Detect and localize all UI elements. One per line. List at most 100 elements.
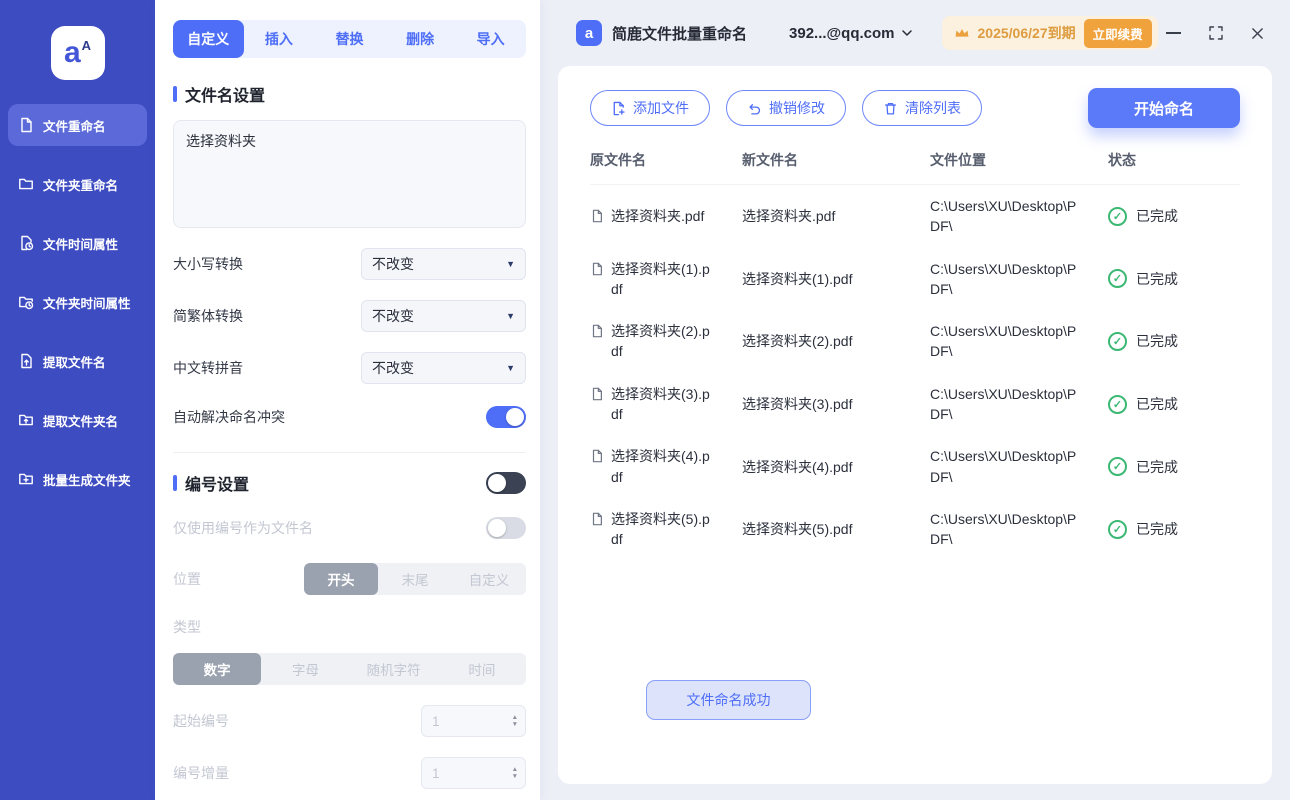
table-row[interactable]: 选择资料夹(2).pdf 选择资料夹(2).pdf C:\Users\XU\De… — [590, 310, 1240, 373]
status-cell: ✓ 已完成 — [1108, 394, 1240, 414]
increment-row: 编号增量 1 ▲ ▼ — [173, 757, 526, 789]
type-option-number[interactable]: 数字 — [173, 653, 262, 685]
original-name: 选择资料夹(4).pdf — [611, 448, 710, 485]
status-cell: ✓ 已完成 — [1108, 519, 1240, 539]
column-header-location: 文件位置 — [930, 152, 986, 168]
pinyin-convert-row: 中文转拼音 不改变 ▼ — [173, 352, 526, 384]
app-title: 简鹿文件批量重命名 — [612, 25, 748, 43]
toolbar: 添加文件 撤销修改 清除列表 开始命名 — [590, 88, 1240, 128]
traditional-convert-select[interactable]: 不改变 ▼ — [361, 300, 526, 332]
file-location: C:\Users\XU\Desktop\PDF\ — [930, 323, 1077, 360]
table-row[interactable]: 选择资料夹(5).pdf 选择资料夹(5).pdf C:\Users\XU\De… — [590, 498, 1240, 561]
maximize-icon — [1209, 26, 1223, 40]
extract-file-icon — [18, 353, 34, 369]
app-window: a A 文件重命名 文件夹重命名 文件时间属性 文件夹时间属性 提取文件名 提取… — [0, 0, 1290, 800]
sidebar-item-file-time[interactable]: 文件时间属性 — [8, 222, 147, 264]
table-row[interactable]: 选择资料夹.pdf 选择资料夹.pdf C:\Users\XU\Desktop\… — [590, 185, 1240, 248]
filename-input[interactable]: 选择资料夹 — [173, 120, 526, 228]
sidebar-item-extract-folder[interactable]: 提取文件夹名 — [8, 399, 147, 441]
sidebar-item-extract-file[interactable]: 提取文件名 — [8, 340, 147, 382]
folder-time-icon — [18, 294, 34, 310]
increment-input[interactable]: 1 ▲ ▼ — [421, 757, 526, 789]
auto-resolve-toggle[interactable] — [486, 406, 526, 428]
position-option-custom[interactable]: 自定义 — [452, 563, 526, 595]
file-location: C:\Users\XU\Desktop\PDF\ — [930, 510, 1077, 548]
spinner-up-icon[interactable]: ▲ — [512, 714, 518, 721]
position-option-end[interactable]: 末尾 — [378, 563, 452, 595]
tab-insert[interactable]: 插入 — [244, 20, 315, 58]
account-dropdown[interactable]: 392...@qq.com — [789, 25, 912, 42]
file-location: C:\Users\XU\Desktop\PDF\ — [930, 260, 1077, 297]
pinyin-convert-select[interactable]: 不改变 ▼ — [361, 352, 526, 384]
app-mini-logo: a — [576, 20, 602, 46]
file-icon — [592, 387, 602, 401]
numbering-toggle[interactable] — [486, 472, 526, 494]
toggle-knob — [506, 408, 524, 426]
original-name: 选择资料夹(2).pdf — [611, 323, 710, 360]
status-text: 已完成 — [1136, 333, 1178, 350]
sidebar-item-file-rename[interactable]: 文件重命名 — [8, 104, 147, 146]
spinner-up-icon[interactable]: ▲ — [512, 766, 518, 773]
spinner-down-icon[interactable]: ▼ — [512, 721, 518, 728]
table-row[interactable]: 选择资料夹(4).pdf 选择资料夹(4).pdf C:\Users\XU\De… — [590, 435, 1240, 498]
logo-letter: a — [63, 36, 81, 69]
tab-replace[interactable]: 替换 — [314, 20, 385, 58]
type-option-time[interactable]: 时间 — [438, 653, 526, 685]
status-text: 已完成 — [1136, 208, 1178, 225]
type-option-letter[interactable]: 字母 — [261, 653, 349, 685]
case-convert-select[interactable]: 不改变 ▼ — [361, 248, 526, 280]
start-rename-button[interactable]: 开始命名 — [1088, 88, 1240, 128]
divider — [173, 452, 526, 453]
sidebar-item-label: 文件夹时间属性 — [43, 296, 131, 311]
original-name-cell: 选择资料夹(5).pdf — [590, 509, 742, 550]
folder-rename-icon — [18, 176, 34, 192]
minimize-button[interactable] — [1166, 32, 1181, 34]
extract-folder-icon — [18, 412, 34, 428]
spinner-down-icon[interactable]: ▼ — [512, 773, 518, 780]
field-label: 仅使用编号作为文件名 — [173, 520, 313, 536]
start-number-input[interactable]: 1 ▲ ▼ — [421, 705, 526, 737]
field-label: 简繁体转换 — [173, 308, 243, 324]
status-text: 已完成 — [1136, 521, 1178, 538]
original-name-cell: 选择资料夹(1).pdf — [590, 259, 742, 300]
clear-list-button[interactable]: 清除列表 — [862, 90, 982, 126]
undo-changes-button[interactable]: 撤销修改 — [726, 90, 846, 126]
only-number-toggle[interactable] — [486, 517, 526, 539]
renew-button[interactable]: 立即续费 — [1083, 18, 1152, 48]
status-cell: ✓ 已完成 — [1108, 206, 1240, 226]
auto-resolve-row: 自动解决命名冲突 — [173, 406, 526, 428]
chevron-down-icon — [901, 30, 912, 36]
position-option-start[interactable]: 开头 — [304, 563, 378, 595]
new-name: 选择资料夹(3).pdf — [742, 396, 853, 413]
maximize-button[interactable] — [1209, 26, 1223, 40]
tab-delete[interactable]: 删除 — [385, 20, 456, 58]
sidebar-item-folder-time[interactable]: 文件夹时间属性 — [8, 281, 147, 323]
position-row: 位置 开头 末尾 自定义 — [173, 563, 526, 595]
tab-import[interactable]: 导入 — [455, 20, 526, 58]
field-label: 编号增量 — [173, 765, 229, 781]
new-name: 选择资料夹(2).pdf — [742, 333, 853, 350]
start-number-row: 起始编号 1 ▲ ▼ — [173, 705, 526, 737]
table-row[interactable]: 选择资料夹(1).pdf 选择资料夹(1).pdf C:\Users\XU\De… — [590, 248, 1240, 311]
section-accent-bar — [173, 86, 177, 102]
spinner-buttons[interactable]: ▲ ▼ — [512, 714, 518, 728]
table-row[interactable]: 选择资料夹(3).pdf 选择资料夹(3).pdf C:\Users\XU\De… — [590, 373, 1240, 436]
status-cell: ✓ 已完成 — [1108, 331, 1240, 351]
sidebar-item-batch-folder[interactable]: 批量生成文件夹 — [8, 458, 147, 500]
status-cell: ✓ 已完成 — [1108, 457, 1240, 477]
case-convert-row: 大小写转换 不改变 ▼ — [173, 248, 526, 280]
sidebar: a A 文件重命名 文件夹重命名 文件时间属性 文件夹时间属性 提取文件名 提取… — [0, 0, 155, 800]
check-circle-icon: ✓ — [1108, 457, 1127, 477]
add-files-button[interactable]: 添加文件 — [590, 90, 710, 126]
spinner-buttons[interactable]: ▲ ▼ — [512, 766, 518, 780]
only-number-row: 仅使用编号作为文件名 — [173, 517, 526, 539]
tab-custom[interactable]: 自定义 — [173, 20, 244, 58]
close-button[interactable] — [1251, 27, 1264, 40]
status-text: 已完成 — [1136, 458, 1178, 475]
sidebar-menu: 文件重命名 文件夹重命名 文件时间属性 文件夹时间属性 提取文件名 提取文件夹名 — [0, 104, 155, 500]
type-option-random[interactable]: 随机字符 — [350, 653, 438, 685]
sidebar-item-folder-rename[interactable]: 文件夹重命名 — [8, 163, 147, 205]
expiry-date-text: 2025/06/27到期 — [977, 25, 1076, 41]
button-label: 撤销修改 — [769, 100, 825, 116]
sidebar-item-label: 文件夹重命名 — [43, 178, 119, 193]
